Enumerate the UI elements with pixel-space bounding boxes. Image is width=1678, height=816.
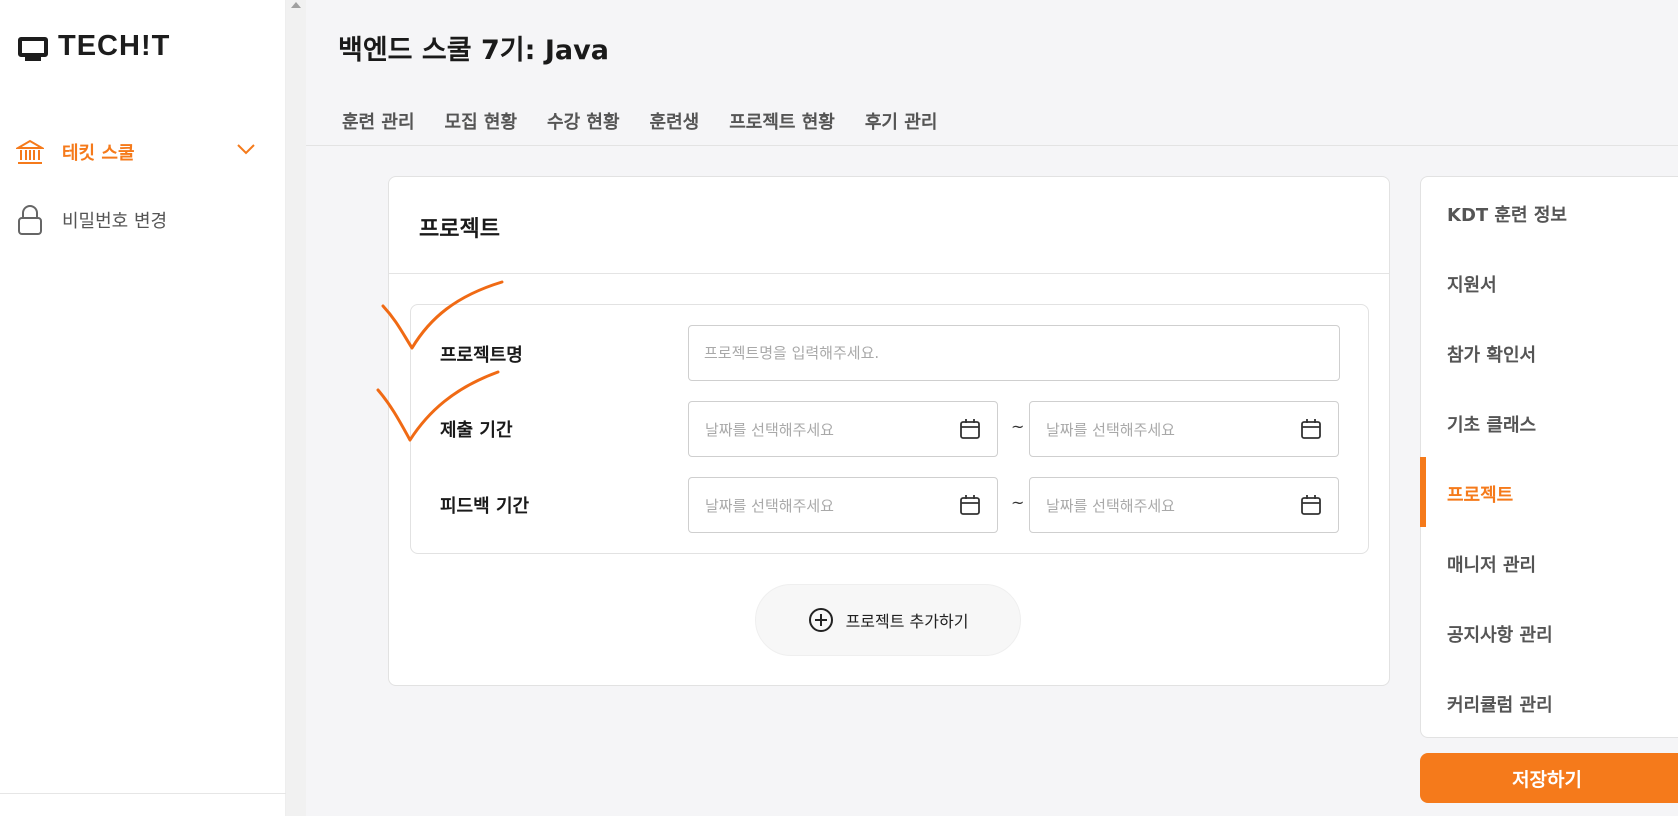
tab-training-management[interactable]: 훈련 관리 (342, 108, 415, 134)
handwritten-checkmark-icon (376, 370, 500, 442)
plus-circle-icon (808, 608, 833, 632)
feedback-period-label: 피드백 기간 (440, 496, 530, 517)
calendar-icon[interactable] (1300, 418, 1322, 440)
submit-end-date-input[interactable]: 날짜를 선택해주세요 (1029, 401, 1339, 457)
chevron-down-icon[interactable] (236, 142, 256, 156)
section-nav-project[interactable]: 프로젝트 (1447, 481, 1513, 507)
calendar-icon[interactable] (959, 494, 981, 516)
add-project-button[interactable]: 프로젝트 추가하기 (755, 584, 1021, 656)
tab-trainees[interactable]: 훈련생 (650, 108, 700, 134)
section-nav-notice[interactable]: 공지사항 관리 (1447, 621, 1553, 647)
section-nav-manager[interactable]: 매니저 관리 (1447, 551, 1536, 577)
lock-icon (18, 205, 42, 235)
logo[interactable]: TECH!T (18, 30, 170, 63)
calendar-icon[interactable] (1300, 494, 1322, 516)
range-separator: ~ (1011, 493, 1025, 512)
logo-mark-icon (18, 36, 48, 61)
submit-start-date-input[interactable]: 날짜를 선택해주세요 (688, 401, 998, 457)
divider (389, 273, 1389, 274)
page-title: 백엔드 스쿨 7기: Java (338, 35, 609, 66)
header-divider (306, 145, 1678, 146)
logo-text: TECH!T (58, 30, 171, 62)
sidebar-item-change-password[interactable]: 비밀번호 변경 (16, 204, 256, 236)
section-nav-basic-class[interactable]: 기초 클래스 (1447, 411, 1536, 437)
card-title: 프로젝트 (419, 217, 500, 242)
save-button[interactable]: 저장하기 (1420, 753, 1678, 803)
tab-project-status[interactable]: 프로젝트 현황 (729, 108, 835, 134)
section-nav: KDT 훈련 정보 지원서 참가 확인서 기초 클래스 프로젝트 매니저 관리 … (1420, 176, 1678, 738)
feedback-end-date-input[interactable]: 날짜를 선택해주세요 (1029, 477, 1339, 533)
date-placeholder: 날짜를 선택해주세요 (705, 496, 834, 515)
add-project-label: 프로젝트 추가하기 (845, 612, 969, 631)
tab-bar: 훈련 관리 모집 현황 수강 현황 훈련생 프로젝트 현황 후기 관리 (342, 108, 967, 134)
sidebar-item-label: 테킷 스쿨 (62, 143, 135, 164)
calendar-icon[interactable] (959, 418, 981, 440)
handwritten-checkmark-icon (381, 280, 504, 350)
sidebar-item-techit-school[interactable]: 테킷 스쿨 (16, 138, 256, 166)
tab-recruitment-status[interactable]: 모집 현황 (445, 108, 518, 134)
active-indicator (1420, 457, 1426, 527)
section-nav-kdt-info[interactable]: KDT 훈련 정보 (1447, 201, 1567, 227)
project-card: 프로젝트 프로젝트명 제출 기간 날짜를 선택해주세요 ~ 날짜를 선택해주세요… (388, 176, 1390, 686)
section-nav-participation-confirm[interactable]: 참가 확인서 (1447, 341, 1536, 367)
project-name-input[interactable] (688, 325, 1340, 381)
scrollbar[interactable] (286, 0, 306, 816)
date-placeholder: 날짜를 선택해주세요 (705, 420, 834, 439)
project-form: 프로젝트명 제출 기간 날짜를 선택해주세요 ~ 날짜를 선택해주세요 피드백 … (410, 304, 1369, 554)
bank-icon (16, 139, 44, 164)
tab-attendance-status[interactable]: 수강 현황 (547, 108, 620, 134)
scroll-up-arrow-icon[interactable] (291, 2, 301, 8)
tab-review-management[interactable]: 후기 관리 (865, 108, 938, 134)
date-placeholder: 날짜를 선택해주세요 (1046, 420, 1175, 439)
divider (0, 793, 286, 794)
section-nav-curriculum[interactable]: 커리큘럼 관리 (1447, 691, 1553, 717)
section-nav-application[interactable]: 지원서 (1447, 271, 1497, 297)
range-separator: ~ (1011, 417, 1025, 436)
date-placeholder: 날짜를 선택해주세요 (1046, 496, 1175, 515)
sidebar-item-label: 비밀번호 변경 (62, 211, 168, 232)
feedback-start-date-input[interactable]: 날짜를 선택해주세요 (688, 477, 998, 533)
sidebar: TECH!T 테킷 스쿨 비밀번호 변경 (0, 0, 286, 816)
